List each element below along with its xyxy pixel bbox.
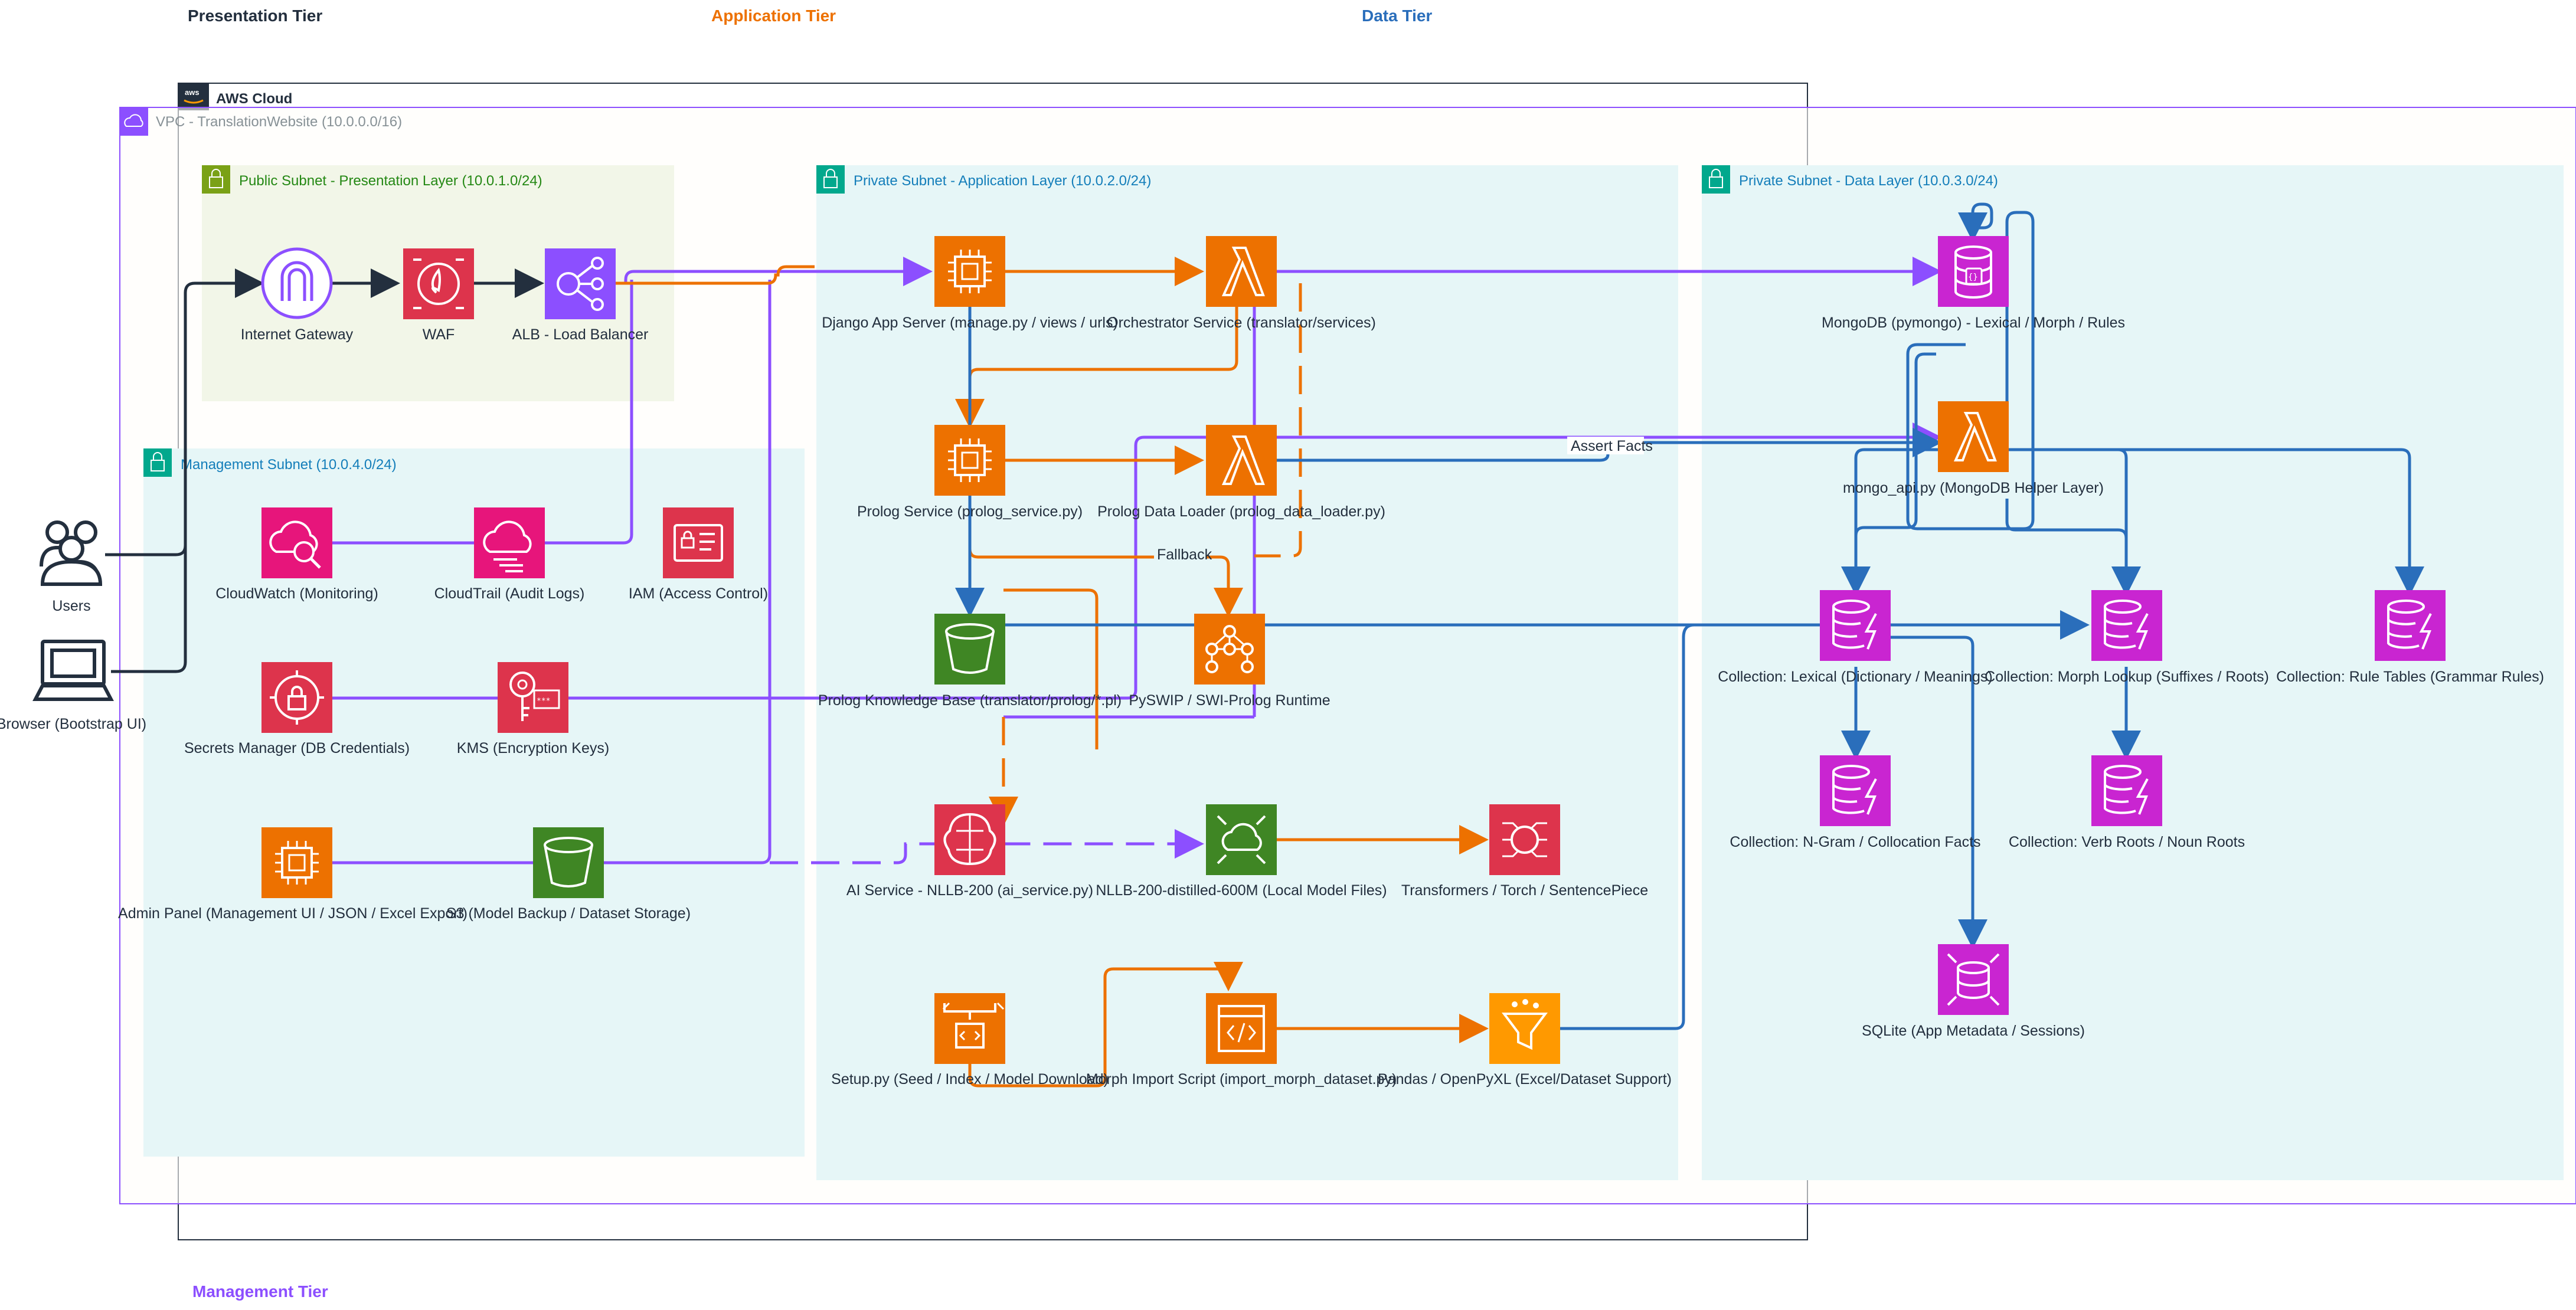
coll-rules-icon[interactable] — [2375, 590, 2446, 661]
setup-script-icon[interactable] — [934, 993, 1005, 1064]
coll-rules-label: Collection: Rule Tables (Grammar Rules) — [2276, 669, 2544, 685]
transformers-label: Transformers / Torch / SentencePiece — [1401, 882, 1648, 899]
iam-icon[interactable] — [663, 507, 734, 578]
sqlite-label: SQLite (App Metadata / Sessions) — [1862, 1023, 2085, 1039]
browser-label: Browser (Bootstrap UI) — [0, 716, 146, 732]
transformers-icon[interactable] — [1489, 804, 1560, 875]
cloudtrail-icon[interactable] — [474, 507, 545, 578]
coll-morph-icon[interactable] — [2091, 590, 2162, 661]
fallback-label: Fallback — [1157, 546, 1212, 563]
svg-text:{}: {} — [1968, 273, 1978, 282]
sqlite-icon[interactable] — [1938, 944, 2009, 1015]
coll-ngram-label: Collection: N-Gram / Collocation Facts — [1730, 834, 1980, 850]
coll-lexical-label: Collection: Lexical (Dictionary / Meanin… — [1718, 669, 1992, 685]
tier-application-title: Application Tier — [711, 6, 836, 25]
coll-verb-icon[interactable] — [2091, 755, 2162, 826]
management-subnet-label: Management Subnet (10.0.4.0/24) — [181, 457, 397, 473]
mongo-api-lambda-icon[interactable] — [1938, 401, 2009, 472]
coll-ngram-icon[interactable] — [1820, 755, 1891, 826]
mongodb-icon[interactable]: {} — [1938, 236, 2009, 307]
coll-morph-label: Collection: Morph Lookup (Suffixes / Roo… — [1985, 669, 2269, 685]
cloudtrail-label: CloudTrail (Audit Logs) — [434, 585, 585, 602]
mongo-api-label: mongo_api.py (MongoDB Helper Layer) — [1843, 480, 2104, 496]
orchestrator-lambda-icon[interactable] — [1206, 236, 1277, 307]
ai-service-icon[interactable] — [934, 804, 1005, 875]
admin-panel-icon[interactable] — [261, 827, 332, 898]
cloudwatch-label: CloudWatch (Monitoring) — [215, 585, 378, 602]
s3-label: S3 (Model Backup / Dataset Storage) — [446, 905, 691, 922]
s3-icon[interactable] — [533, 827, 604, 898]
vpc-icon — [120, 107, 148, 136]
users-label: Users — [52, 598, 90, 614]
nllb-model-icon[interactable] — [1206, 804, 1277, 875]
admin-panel-label: Admin Panel (Management UI / JSON / Exce… — [118, 905, 468, 922]
kms-icon[interactable]: *** — [498, 662, 568, 733]
iam-label: IAM (Access Control) — [629, 585, 768, 602]
tier-management-title: Management Tier — [192, 1282, 328, 1301]
waf-label: WAF — [423, 326, 455, 343]
kms-label: KMS (Encryption Keys) — [457, 740, 609, 756]
django-server-icon[interactable] — [934, 236, 1005, 307]
pandas-icon[interactable] — [1489, 993, 1560, 1064]
secrets-manager-icon[interactable] — [261, 662, 332, 733]
secrets-manager-label: Secrets Manager (DB Credentials) — [184, 740, 410, 756]
internet-gateway-label: Internet Gateway — [241, 326, 354, 343]
app-subnet-label: Private Subnet - Application Layer (10.0… — [854, 173, 1151, 189]
public-subnet-label: Public Subnet - Presentation Layer (10.0… — [239, 173, 542, 189]
prolog-kb-label: Prolog Knowledge Base (translator/prolog… — [818, 692, 1122, 709]
alb-icon[interactable] — [545, 248, 616, 319]
internet-gateway-icon[interactable] — [261, 247, 333, 319]
prolog-loader-label: Prolog Data Loader (prolog_data_loader.p… — [1097, 503, 1385, 520]
mongodb-label: MongoDB (pymongo) - Lexical / Morph / Ru… — [1822, 315, 2125, 331]
data-subnet-label: Private Subnet - Data Layer (10.0.3.0/24… — [1739, 173, 1998, 189]
svg-text:aws: aws — [185, 88, 200, 97]
pyswip-runtime-icon[interactable] — [1194, 614, 1265, 685]
assert-facts-label: Assert Facts — [1571, 438, 1653, 454]
alb-label: ALB - Load Balancer — [512, 326, 649, 343]
browser-icon[interactable] — [32, 640, 114, 701]
prolog-service-icon[interactable] — [934, 425, 1005, 496]
pyswip-label: PySWIP / SWI-Prolog Runtime — [1129, 692, 1330, 709]
pandas-label: Pandas / OpenPyXL (Excel/Dataset Support… — [1378, 1071, 1672, 1088]
coll-verb-label: Collection: Verb Roots / Noun Roots — [2009, 834, 2245, 850]
setup-label: Setup.py (Seed / Index / Model Download) — [831, 1071, 1109, 1088]
vpc-label: VPC - TranslationWebsite (10.0.0.0/16) — [156, 114, 402, 130]
aws-cloud-label: AWS Cloud — [216, 91, 292, 107]
prolog-loader-lambda-icon[interactable] — [1206, 425, 1277, 496]
coll-lexical-icon[interactable] — [1820, 590, 1891, 661]
waf-icon[interactable] — [403, 248, 474, 319]
users-icon[interactable] — [40, 520, 103, 586]
morph-import-label: Morph Import Script (import_morph_datase… — [1086, 1071, 1397, 1088]
tier-data-title: Data Tier — [1362, 6, 1432, 25]
nllb-model-label: NLLB-200-distilled-600M (Local Model Fil… — [1096, 882, 1387, 899]
aws-logo-icon — [178, 83, 209, 110]
ai-service-label: AI Service - NLLB-200 (ai_service.py) — [846, 882, 1093, 899]
prolog-service-label: Prolog Service (prolog_service.py) — [857, 503, 1083, 520]
svg-text:***: *** — [537, 697, 550, 706]
architecture-diagram: Presentation Tier Application Tier Data … — [0, 6, 2576, 1301]
django-server-label: Django App Server (manage.py / views / u… — [822, 315, 1118, 331]
cloudwatch-icon[interactable] — [261, 507, 332, 578]
orchestrator-label: Orchestrator Service (translator/service… — [1107, 315, 1376, 331]
morph-import-icon[interactable] — [1206, 993, 1277, 1064]
prolog-kb-bucket-icon[interactable] — [934, 614, 1005, 685]
tier-presentation-title: Presentation Tier — [188, 6, 322, 25]
